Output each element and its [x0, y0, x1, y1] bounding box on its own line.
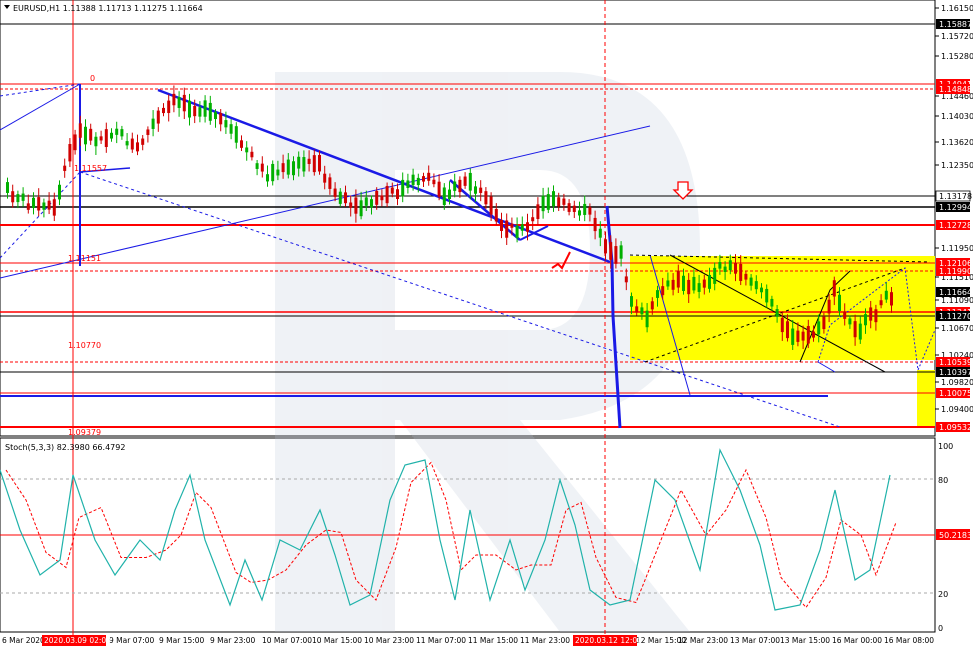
chart-window[interactable]: 0 1.11557 1.11151 1.10770 1.09379 EURUSD… — [0, 0, 973, 648]
price-label: 1.12994 — [939, 203, 972, 212]
price-label: 1.14848 — [939, 85, 972, 94]
price-label: 1.13178 — [939, 192, 972, 201]
svg-text:1.11557: 1.11557 — [74, 164, 107, 173]
time-tick: 9 Mar 23:00 — [210, 636, 256, 645]
svg-text:1.10770: 1.10770 — [68, 341, 101, 350]
svg-text:80: 80 — [938, 476, 948, 485]
price-tick: 1.09820 — [941, 378, 973, 387]
time-tick: 11 Mar 15:00 — [468, 636, 518, 645]
time-tick: 10 Mar 07:00 — [262, 636, 312, 645]
price-label: 1.11664 — [939, 288, 972, 297]
stoch-marker: 50.2183 — [939, 531, 972, 540]
indicator-label: Stoch(5,3,3) 82.3980 66.4792 — [5, 443, 125, 452]
time-tick: 12 Mar 23:00 — [678, 636, 728, 645]
time-tick: 11 Mar 07:00 — [416, 636, 466, 645]
price-tick: 1.09400 — [941, 405, 973, 414]
time-tick: 16 Mar 08:00 — [884, 636, 934, 645]
time-tick: 10 Mar 23:00 — [364, 636, 414, 645]
svg-text:1.11151: 1.11151 — [68, 254, 101, 263]
price-label: 1.10539 — [939, 358, 972, 367]
time-tick: 16 Mar 00:00 — [832, 636, 882, 645]
price-label: 1.11270 — [939, 312, 972, 321]
svg-text:0: 0 — [938, 624, 943, 633]
time-tick: 10 Mar 15:00 — [312, 636, 362, 645]
price-label: 1.10075 — [939, 389, 972, 398]
svg-text:100: 100 — [938, 442, 953, 451]
svg-text:1.09379: 1.09379 — [68, 428, 101, 437]
time-axis: 6 Mar 2020 9 Mar 07:00 9 Mar 15:00 9 Mar 23… — [2, 635, 934, 646]
price-label: 1.15887 — [939, 20, 972, 29]
time-highlight: 2020.03.12 12:00 — [575, 636, 642, 645]
price-tick: 1.15280 — [941, 52, 973, 61]
time-tick: 9 Mar 07:00 — [109, 636, 155, 645]
svg-text:0: 0 — [90, 74, 95, 83]
symbol-header: EURUSD,H1 1.11388 1.11713 1.11275 1.1166… — [13, 4, 203, 13]
time-tick: 6 Mar 2020 — [2, 636, 45, 645]
price-tick: 1.16150 — [941, 4, 973, 13]
target-zone-extension — [917, 370, 935, 428]
price-label: 1.10397 — [939, 368, 972, 377]
price-label: 1.09532 — [939, 423, 972, 432]
price-tick: 1.11950 — [941, 244, 973, 253]
price-tick: 1.14030 — [941, 112, 973, 121]
price-tick: 1.12350 — [941, 161, 973, 170]
time-tick: 9 Mar 15:00 — [159, 636, 205, 645]
time-tick: 13 Mar 07:00 — [730, 636, 780, 645]
price-tick: 1.15720 — [941, 32, 973, 41]
price-label: 1.12728 — [939, 221, 972, 230]
price-tick: 1.13620 — [941, 138, 973, 147]
time-tick: 11 Mar 23:00 — [520, 636, 570, 645]
price-axis: 1.161501.157201.152801.144601.140301.136… — [935, 4, 973, 432]
time-tick: 13 Mar 15:00 — [780, 636, 830, 645]
price-tick: 1.10670 — [941, 324, 973, 333]
price-label: 1.11990 — [939, 267, 972, 276]
time-highlight: 2020.03.09 02:00 — [44, 636, 111, 645]
price-tick: 1.11090 — [941, 296, 973, 305]
svg-text:20: 20 — [938, 590, 948, 599]
